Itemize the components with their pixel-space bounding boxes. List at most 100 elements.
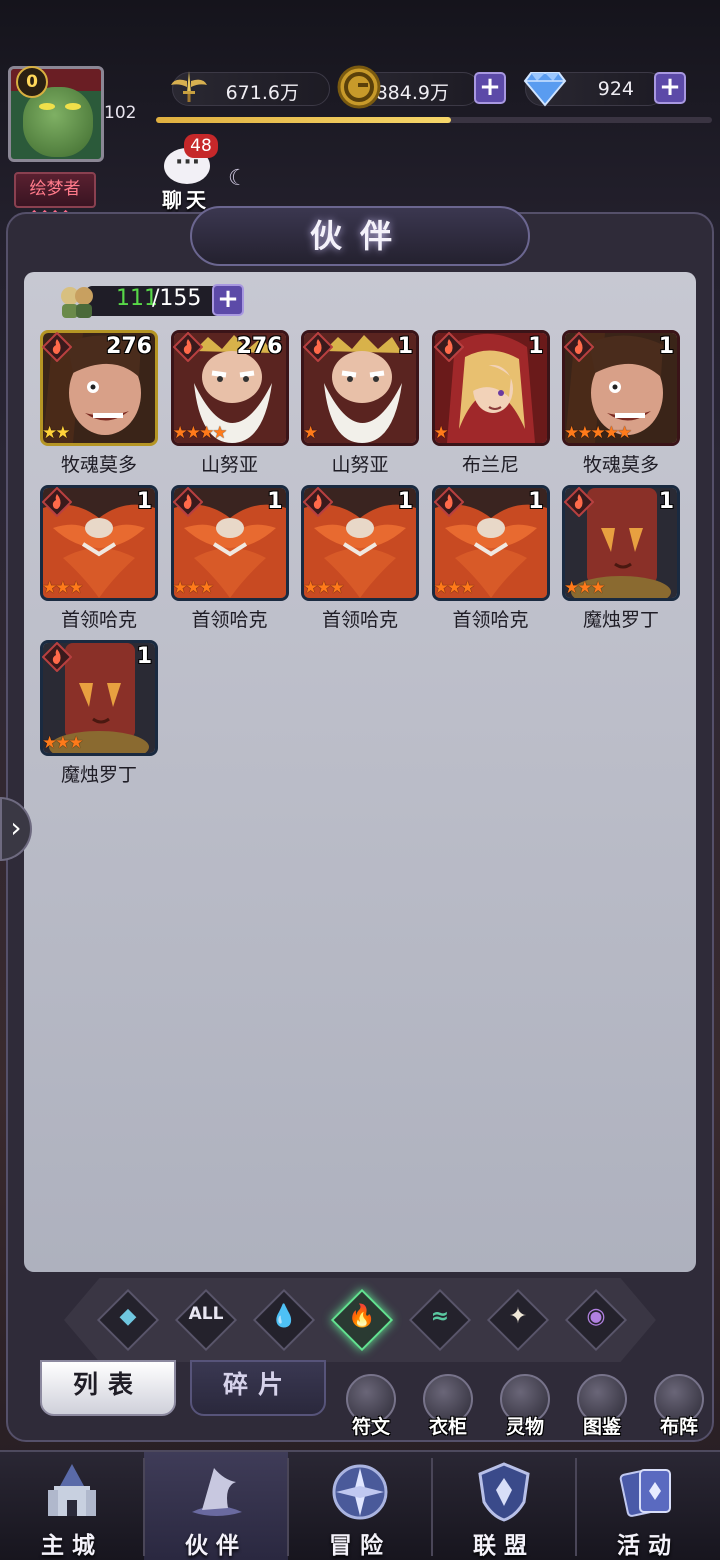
nav-label: 联盟: [473, 1533, 535, 1559]
tool-label: 灵物: [505, 1416, 544, 1438]
light-element-icon: ◆: [119, 1304, 137, 1329]
nav-label: 冒险: [329, 1533, 391, 1559]
partner-count: 1: [528, 489, 544, 514]
partner-stars: ★★★: [564, 578, 606, 598]
nav-label: 活动: [617, 1533, 679, 1559]
vip-level-badge: 0: [16, 66, 48, 98]
partner-count: 1: [528, 334, 544, 359]
tab-list[interactable]: 列表: [40, 1360, 176, 1416]
partner-name: 首领哈克: [60, 609, 137, 631]
partner-count: 1: [267, 489, 283, 514]
nav-witch-hat[interactable]: 伙伴: [144, 1452, 288, 1560]
power-value: 671.6万: [225, 82, 299, 104]
partner-count: 1: [658, 334, 674, 359]
partner-stars: ★★★: [433, 578, 476, 598]
nav-label: 主城: [41, 1533, 103, 1559]
panel-title: 伙伴: [309, 217, 410, 255]
avatar-eye: [65, 103, 81, 110]
panel-header: 伙伴: [190, 206, 530, 266]
nav-divider: [575, 1458, 577, 1556]
nav-divider: [143, 1458, 145, 1556]
partner-stars: ★★★: [42, 578, 84, 598]
partner-count-max: /155: [152, 286, 202, 311]
filter-water[interactable]: 💧: [252, 1288, 316, 1352]
filter-fire[interactable]: 🔥: [330, 1288, 394, 1352]
partner-stars: ★★★★★: [564, 423, 632, 443]
filter-all[interactable]: ALL: [174, 1288, 238, 1352]
tool-codex[interactable]: 图鉴: [571, 1374, 633, 1440]
partner-name: 首领哈克: [452, 609, 529, 631]
partner-card[interactable]: 1 ★ 山努亚: [301, 330, 419, 480]
partner-count: 1: [397, 489, 413, 514]
partner-name: 山努亚: [331, 454, 389, 476]
chat-unread-badge: 48: [184, 134, 218, 158]
tool-label: 衣柜: [428, 1416, 467, 1438]
player-title-badge[interactable]: 绘梦者: [14, 172, 96, 208]
partner-name: 布兰尼: [461, 454, 519, 476]
tool-label: 布阵: [659, 1416, 698, 1438]
add-gold-button[interactable]: +: [474, 72, 506, 104]
tool-spirit-item[interactable]: 灵物: [494, 1374, 556, 1440]
chat-button[interactable]: 48 聊天: [158, 134, 220, 212]
tool-wardrobe[interactable]: 衣柜: [417, 1374, 479, 1440]
tool-rune[interactable]: 符文: [340, 1374, 402, 1440]
partner-name: 魔烛罗丁: [60, 764, 137, 786]
nav-shield[interactable]: 联盟: [432, 1452, 576, 1560]
partner-capacity: 111 /155 +: [56, 282, 246, 320]
fire-element-icon: 🔥: [348, 1304, 376, 1329]
partner-name: 山努亚: [200, 454, 258, 476]
tool-label: 图鉴: [582, 1416, 621, 1438]
partner-card[interactable]: 1 ★★★★★ 牧魂莫多: [562, 330, 680, 480]
partner-stars: ★★★: [172, 578, 215, 598]
partner-card[interactable]: 1 ★★★ 魔烛罗丁: [562, 485, 680, 635]
partner-name: 牧魂莫多: [60, 454, 137, 476]
partner-stars: ★★★: [303, 578, 345, 598]
avatar-eye: [39, 103, 55, 110]
partner-count: 276: [236, 334, 283, 359]
player-level: 102: [104, 103, 137, 123]
add-gems-button[interactable]: +: [654, 72, 686, 104]
partner-card[interactable]: 276 ★★ 牧魂莫多: [40, 330, 158, 480]
diamond-icon: [522, 64, 568, 110]
all-element-icon: ALL: [188, 1304, 224, 1324]
tool-label: 符文: [351, 1416, 390, 1438]
dark-element-icon: ◉: [586, 1304, 606, 1329]
nav-cards[interactable]: 活动: [576, 1452, 720, 1560]
gold-value: 884.9万: [375, 82, 449, 104]
partner-name: 首领哈克: [321, 609, 398, 631]
nav-divider: [287, 1458, 289, 1556]
tab-fragments[interactable]: 碎片: [190, 1360, 326, 1416]
partner-card[interactable]: 1 ★ 布兰尼: [431, 330, 550, 480]
nav-compass[interactable]: 冒险: [288, 1452, 432, 1560]
gold-coin-icon: [336, 64, 382, 110]
filter-star[interactable]: ✦: [486, 1288, 550, 1352]
nav-divider: [431, 1458, 433, 1556]
moon-icon: ☾: [228, 166, 248, 191]
filter-wind[interactable]: ≈: [408, 1288, 472, 1352]
partner-card[interactable]: 1 ★★★ 首领哈克: [40, 485, 158, 635]
nav-castle[interactable]: 主城: [0, 1452, 144, 1560]
partner-card[interactable]: 276 ★★★★ 山努亚: [170, 330, 289, 480]
partner-card[interactable]: 1 ★★★ 首领哈克: [431, 485, 550, 635]
partner-stars: ★★: [42, 423, 71, 443]
filter-light[interactable]: ◆: [96, 1288, 160, 1352]
wind-element-icon: ≈: [430, 1304, 450, 1329]
partner-stars: ★: [303, 423, 318, 443]
filter-dark[interactable]: ◉: [564, 1288, 628, 1352]
tool-formation[interactable]: 布阵: [648, 1374, 710, 1440]
partner-stars: ★★★: [42, 733, 84, 753]
water-element-icon: 💧: [270, 1304, 298, 1329]
gem-value: 924: [597, 78, 634, 100]
nav-label: 伙伴: [185, 1533, 247, 1559]
partner-count: 1: [136, 489, 152, 514]
partner-card[interactable]: 1 ★★★ 魔烛罗丁: [40, 640, 158, 790]
partner-count: 1: [397, 334, 413, 359]
expand-capacity-button[interactable]: +: [212, 284, 244, 316]
partner-name: 魔烛罗丁: [582, 609, 659, 631]
partner-card[interactable]: 1 ★★★ 首领哈克: [301, 485, 419, 635]
partner-count: 1: [658, 489, 674, 514]
sword-wings-icon: [166, 64, 212, 110]
experience-bar: [156, 117, 712, 123]
partner-card[interactable]: 1 ★★★ 首领哈克: [170, 485, 289, 635]
partners-icon: [61, 287, 93, 318]
